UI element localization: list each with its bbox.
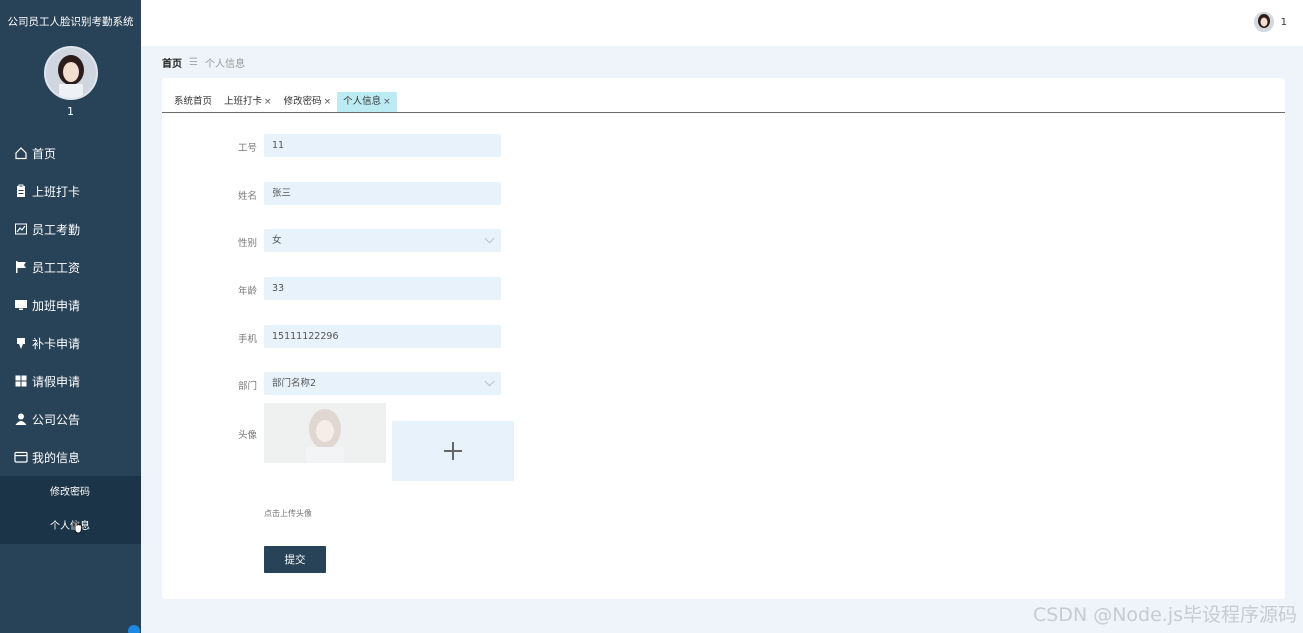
name-field[interactable] [264, 182, 501, 205]
gender-label: 性别 [237, 238, 257, 249]
tab-personal-info[interactable]: 个人信息 × [337, 92, 397, 112]
age-label: 年龄 [237, 286, 257, 297]
department-select[interactable]: 部门名称2 [264, 372, 501, 395]
sidebar-item-attendance[interactable]: 员工考勤 [0, 210, 141, 248]
gender-select[interactable]: 女 [264, 229, 501, 252]
app-title: 公司员工人脸识别考勤系统 [7, 16, 134, 28]
department-label: 部门 [237, 381, 257, 392]
pin-icon [14, 336, 28, 350]
sidebar-item-label: 补卡申请 [32, 336, 81, 351]
flag-icon [14, 260, 28, 274]
monitor-icon [14, 298, 28, 312]
sidebar-submenu: 修改密码 个人信息 [0, 476, 141, 544]
close-icon[interactable]: × [324, 97, 332, 107]
sidebar-item-label: 员工工资 [32, 260, 81, 275]
breadcrumb-separator-icon: ☰ [189, 57, 198, 68]
avatar-label: 头像 [237, 430, 257, 441]
sidebar-item-home[interactable]: 首页 [0, 134, 141, 172]
breadcrumb: 首页 ☰ 个人信息 [162, 55, 245, 70]
main-card: 系统首页 上班打卡× 修改密码× 个人信息× 工号 姓名 性别 女 年龄 手机 [162, 78, 1285, 599]
tab-label: 上班打卡 [224, 96, 263, 107]
sidebar-item-notice[interactable]: 公司公告 [0, 400, 141, 438]
user-icon [14, 412, 28, 426]
tab-home[interactable]: 系统首页 [168, 92, 218, 112]
upload-avatar-button[interactable] [392, 421, 514, 481]
chevron-down-icon [484, 376, 495, 387]
sidebar-item-label: 公司公告 [32, 412, 81, 427]
sidebar-item-label: 员工考勤 [32, 222, 81, 237]
sidebar-menu: 首页 上班打卡 员工考勤 员工工资 加班申请 补卡申请 请假申请 公司公告 我的… [0, 134, 141, 544]
phone-field[interactable] [264, 325, 501, 348]
sidebar-item-label: 首页 [32, 146, 57, 161]
status-dot [128, 625, 140, 633]
sidebar-item-label: 请假申请 [32, 374, 81, 389]
tab-label: 系统首页 [174, 96, 213, 107]
avatar-preview [264, 403, 386, 463]
employee-id-label: 工号 [237, 143, 257, 154]
tab-clock-in[interactable]: 上班打卡 × [218, 92, 278, 112]
age-field[interactable] [264, 277, 501, 300]
tab-bar: 系统首页 上班打卡 × 修改密码 × 个人信息 × [162, 91, 1285, 113]
tab-change-password[interactable]: 修改密码 × [278, 92, 338, 112]
sidebar-item-my-info[interactable]: 我的信息 [0, 438, 141, 476]
chevron-down-icon [484, 233, 495, 244]
grid-icon [14, 374, 28, 388]
clipboard-icon [14, 184, 28, 198]
close-icon[interactable]: × [383, 97, 391, 107]
sidebar-item-reissue[interactable]: 补卡申请 [0, 324, 141, 362]
upload-hint: 点击上传头像 [264, 509, 312, 518]
tab-label: 修改密码 [283, 96, 322, 107]
sidebar-item-label: 我的信息 [32, 450, 81, 465]
chart-icon [14, 222, 28, 236]
header-username: 1 [1280, 16, 1287, 28]
avatar[interactable] [43, 46, 98, 100]
submit-button[interactable]: 提交 [264, 546, 326, 573]
header-avatar[interactable] [1253, 12, 1274, 32]
sidebar-item-clock-in[interactable]: 上班打卡 [0, 172, 141, 210]
name-label: 姓名 [237, 191, 257, 202]
tab-label: 个人信息 [343, 96, 382, 107]
sidebar-item-overtime[interactable]: 加班申请 [0, 286, 141, 324]
sidebar-username: 1 [67, 105, 74, 118]
breadcrumb-current: 个人信息 [204, 59, 245, 70]
sidebar-subitem-personal-info[interactable]: 个人信息 [0, 510, 141, 544]
home-icon [14, 146, 28, 160]
top-header: 1 [141, 0, 1303, 46]
sidebar-avatar-wrap: 1 [0, 46, 141, 118]
phone-label: 手机 [237, 334, 257, 345]
sidebar-item-salary[interactable]: 员工工资 [0, 248, 141, 286]
sidebar: 公司员工人脸识别考勤系统 1 首页 上班打卡 员工考勤 员工工资 加班申请 补卡… [0, 0, 141, 633]
gender-value: 女 [272, 235, 282, 246]
header-user[interactable]: 1 [1253, 12, 1287, 32]
department-value: 部门名称2 [272, 378, 317, 389]
mouse-pointer-icon [74, 521, 82, 534]
watermark: CSDN @Node.js毕设程序源码 [1032, 604, 1297, 626]
sidebar-item-label: 加班申请 [32, 298, 81, 313]
wallet-icon [14, 450, 28, 464]
breadcrumb-home[interactable]: 首页 [162, 55, 182, 70]
sidebar-item-leave[interactable]: 请假申请 [0, 362, 141, 400]
sidebar-item-label: 上班打卡 [32, 184, 81, 199]
employee-id-field[interactable] [264, 134, 501, 157]
plus-icon [444, 442, 462, 460]
close-icon[interactable]: × [264, 97, 272, 107]
sidebar-subitem-change-password[interactable]: 修改密码 [0, 476, 141, 510]
